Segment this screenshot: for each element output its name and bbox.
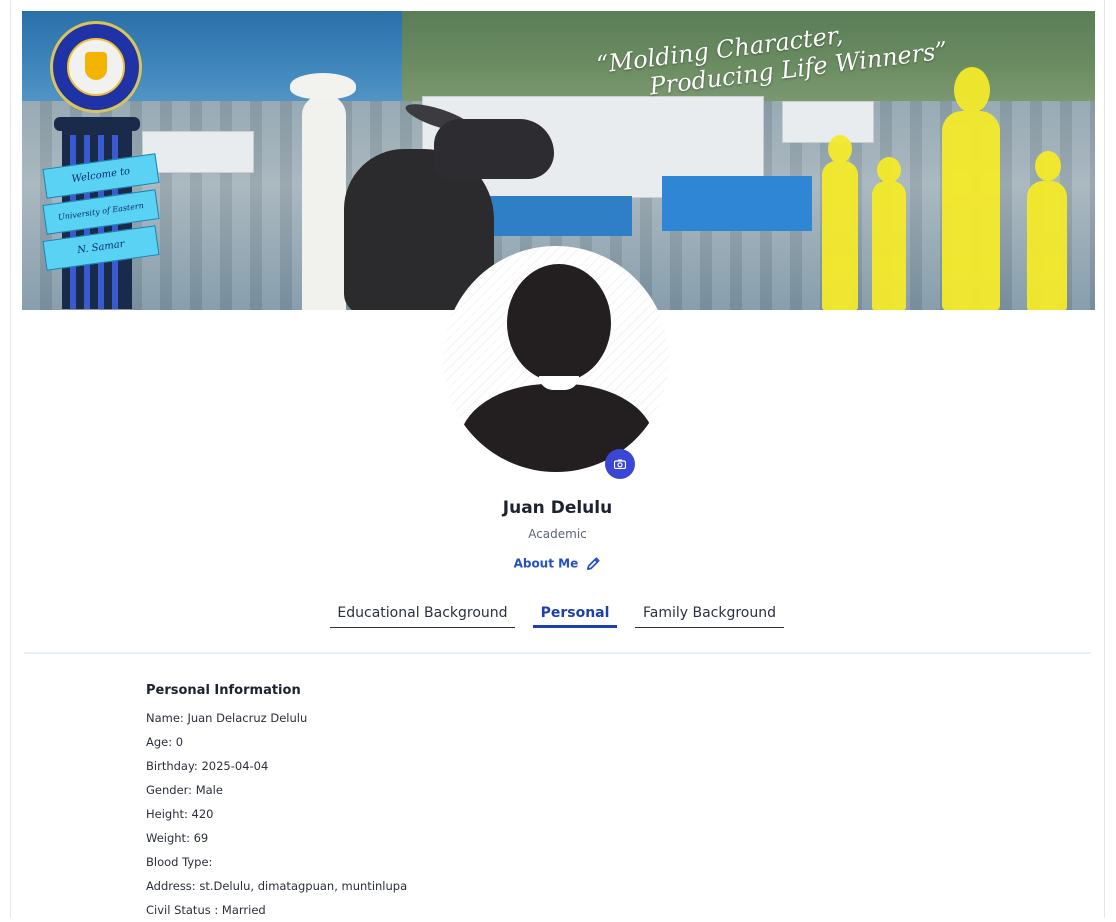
tab-family-background[interactable]: Family Background: [635, 603, 784, 628]
profile-name: Juan Delulu: [502, 498, 613, 518]
about-me-label: About Me: [513, 556, 579, 571]
banner-roof: [662, 176, 812, 231]
students-silhouette: [802, 51, 1092, 310]
info-address: Address: st.Delulu, dimatagpuan, muntinl…: [146, 879, 408, 893]
profile-role: Academic: [528, 527, 587, 541]
info-age: Age: 0: [146, 735, 184, 749]
about-me-link[interactable]: About Me: [11, 556, 1104, 571]
info-name: Name: Juan Delacruz Delulu: [146, 711, 308, 725]
info-weight: Weight: 69: [146, 831, 209, 845]
pencil-icon[interactable]: [586, 556, 601, 571]
profile-page: Welcome to University of Eastern Philipp…: [10, 0, 1105, 918]
info-blood-type: Blood Type:: [146, 855, 213, 869]
info-birthday: Birthday: 2025-04-04: [146, 759, 269, 773]
camera-icon: [614, 459, 626, 469]
change-photo-button[interactable]: [605, 449, 635, 479]
avatar-head: [507, 264, 611, 382]
banner-building: [142, 131, 254, 173]
tab-educational-background[interactable]: Educational Background: [330, 603, 515, 628]
info-civil-status: Civil Status : Married: [146, 903, 266, 917]
section-heading: Personal Information: [146, 683, 301, 698]
profile-avatar[interactable]: [443, 246, 669, 472]
tabs-divider: [24, 652, 1091, 654]
info-gender: Gender: Male: [146, 783, 223, 797]
profile-tabs: Educational Background Personal Family B…: [11, 603, 1104, 629]
info-height: Height: 420: [146, 807, 214, 821]
tab-personal[interactable]: Personal: [533, 603, 617, 628]
university-seal-logo: [50, 21, 142, 113]
personal-information-section: Personal Information Name: Juan Delacruz…: [146, 683, 407, 922]
